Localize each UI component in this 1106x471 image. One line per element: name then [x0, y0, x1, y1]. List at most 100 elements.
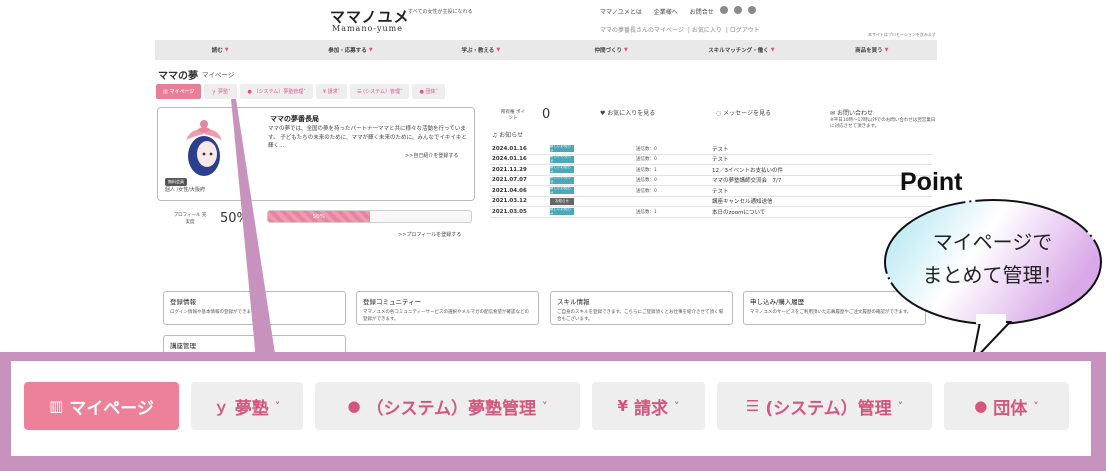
caret-down-icon: ▼ [224, 47, 229, 53]
news-date: 2024.01.16 [492, 156, 527, 163]
news-title: 12／3イベントお支払いの件 [712, 167, 783, 174]
tab-label: 夢塾 [234, 398, 269, 419]
news-title: ママの夢塾講師交流会 7/7 [712, 178, 782, 185]
tab-label: (システム）管理 [765, 398, 892, 419]
tab-group[interactable]: ● 団体 ˅ [412, 84, 445, 99]
list-item[interactable]: 2021.03.05 新しいお知らせ 送信数：1 本日のzoomについて [490, 207, 932, 218]
tab-yumejuku[interactable]: ｙ 夢塾 ˅ [204, 84, 238, 99]
news-badge: 新しいお知らせ [550, 144, 574, 153]
news-count: 送信数：0 [636, 178, 657, 184]
caret-down-icon: ▼ [884, 47, 889, 53]
point-label: Point [900, 168, 963, 196]
list-item[interactable]: 2021.04.06 新しいお知らせ 送信数：0 テスト [490, 186, 932, 197]
profile-name: ママの夢番長局 [270, 115, 319, 123]
top-link-about[interactable]: ママノユメとは [600, 9, 642, 16]
favorites-link[interactable]: ♥ お気に入りを見る [600, 108, 655, 117]
tab-system-admin[interactable]: ☰ (システム）管理 ˅ [350, 84, 410, 99]
mail-icon: ✉ [830, 110, 837, 117]
user-link-logout[interactable]: ログアウト [730, 27, 760, 34]
caret-down-icon: ▼ [623, 47, 628, 53]
box-title: 登録コミュニティー [363, 298, 422, 306]
box-title: 登録情報 [170, 298, 196, 306]
instagram-icon[interactable] [734, 6, 742, 14]
chevron-down-icon: ˅ [303, 88, 306, 95]
chevron-down-icon: ˅ [227, 88, 231, 95]
registration-info-box[interactable]: 登録情報 ログイン情報や基本情報の登録ができます。 [163, 291, 346, 325]
facebook-icon[interactable] [720, 6, 728, 14]
list-item[interactable]: 2021.03.12 お知らせ 講座キャンセル通知送信 [490, 197, 932, 207]
zoom-tab-billing[interactable]: ¥ 請求 ˅ [592, 382, 705, 430]
zoom-tab-juku-admin[interactable]: ● （システム）夢塾管理 ˅ [315, 382, 580, 430]
user-link-favorites[interactable]: お気に入り [692, 27, 722, 34]
zoom-tab-mypage[interactable]: ▥ マイページ [24, 382, 179, 430]
tab-label: 請求 [327, 89, 338, 95]
top-link-business[interactable]: 企業様へ [654, 9, 678, 16]
nav-item-skill[interactable]: スキルマッチング・働く ▼ [676, 40, 806, 60]
member-badge: 無料会員 [165, 178, 187, 186]
tab-label: 夢塾 [217, 89, 228, 95]
nav-item-shop[interactable]: 商品を買う ▼ [807, 40, 937, 60]
tab-label: マイページ [69, 398, 154, 419]
news-date: 2021.03.05 [492, 208, 527, 215]
caret-down-icon: ▼ [496, 47, 501, 53]
nav-item-label: 読む [211, 48, 223, 54]
box-description: ママノユメの各コミュニティーサービスの選択やメルマガの配信希望が確認などの登録が… [363, 310, 530, 322]
chevron-down-icon: ˅ [542, 399, 548, 413]
news-count: 送信数：0 [636, 146, 657, 152]
zoom-panel: ▥ マイページ ｙ 夢塾 ˅ ● （システム）夢塾管理 ˅ ¥ 請求 ˅ ☰ (システム）管理 ˅… [11, 361, 1091, 456]
list-item[interactable]: 2024.01.16 新しいお知らせ 送信数：0 テスト [490, 144, 932, 155]
site-tagline: すべての女性が主役になれる [408, 9, 473, 15]
points-value: 0 [542, 107, 551, 122]
profile-register-link[interactable]: >>プロフィールを登録する [398, 231, 461, 238]
news-date: 2021.07.07 [492, 177, 527, 184]
callout-text: マイページで まとめて管理！ [880, 226, 1105, 292]
tab-label: (システム）管理 [363, 89, 400, 95]
community-box[interactable]: 登録コミュニティー ママノユメの各コミュニティーサービスの選択やメルマガの配信希… [356, 291, 539, 325]
tab-label: （システム）夢塾管理 [366, 398, 537, 419]
news-badge: 新しいお知らせ [550, 175, 574, 184]
skill-info-box[interactable]: スキル情報 ご自身のスキルを登録できます。こちらにご登録頂くとお仕事を紹介させて… [550, 291, 733, 325]
zoom-tab-group[interactable]: ● 団体 ˅ [944, 382, 1069, 430]
nav-item-label: 学ぶ・教える [461, 48, 495, 54]
nav-item-join[interactable]: 参加・応募する ▼ [285, 40, 415, 60]
top-link-contact[interactable]: お問合せ [690, 9, 714, 16]
intro-register-link[interactable]: >>自己紹介を登録する [405, 152, 458, 159]
nav-item-learn[interactable]: 学ぶ・教える ▼ [416, 40, 546, 60]
contact-label: お問い合わせ [836, 110, 873, 117]
list-item[interactable]: 2021.11.29 新しいお知らせ 送信数：1 12／3イベントお支払いの件 [490, 165, 932, 176]
user-link-mypage[interactable]: ママの夢番長さんのマイページ [600, 27, 684, 34]
user-links: ママの夢番長さんのマイページ | お気に入り | ログアウト [600, 27, 760, 34]
messages-label: メッセージを見る [723, 110, 772, 117]
zoom-tab-yumejuku[interactable]: ｙ 夢塾 ˅ [191, 382, 303, 430]
news-badge: お知らせ [550, 197, 574, 205]
trophy-icon: ｙ [213, 397, 229, 416]
tab-label: 請求 [633, 398, 668, 419]
tab-label: 団体 [425, 89, 436, 95]
tab-label: 団体 [993, 398, 1028, 419]
nav-item-read[interactable]: 読む ▼ [155, 40, 285, 60]
global-nav: 読む ▼ 参加・応募する ▼ 学ぶ・教える ▼ 仲間づくり ▼ スキルマッチング・働く ▼… [155, 40, 937, 60]
completion-label: プロフィール 充実度 [173, 213, 207, 225]
caret-down-icon: ▼ [368, 47, 373, 53]
tab-juku-admin[interactable]: ● （システム）夢塾管理 ˅ [240, 84, 313, 99]
box-title: スキル情報 [557, 298, 590, 306]
tab-billing[interactable]: ¥ 請求 ˅ [315, 84, 348, 99]
tab-label: マイページ [169, 89, 195, 95]
nav-item-label: スキルマッチング・働く [708, 48, 769, 54]
messages-link[interactable]: ◌ メッセージを見る [716, 108, 771, 117]
contact-link[interactable]: ✉ お問い合わせ [830, 108, 936, 117]
news-count: 送信数：1 [636, 209, 657, 215]
list-item[interactable]: 2021.07.07 新しいお知らせ 送信数：0 ママの夢塾講師交流会 7/7 [490, 175, 932, 186]
zoom-tab-system-admin[interactable]: ☰ (システム）管理 ˅ [717, 382, 932, 430]
tab-mypage[interactable]: ▥ マイページ [156, 84, 202, 99]
list-item[interactable]: 2024.01.16 新しいお知らせ 送信数：0 テスト [490, 154, 932, 165]
news-count: 送信数：1 [636, 167, 657, 173]
chevron-down-icon: ˅ [337, 88, 341, 95]
zoom-frame: ▥ マイページ ｙ 夢塾 ˅ ● （システム）夢塾管理 ˅ ¥ 請求 ˅ ☰ (システム）管理 ˅… [0, 352, 1106, 471]
social-icons [720, 6, 756, 14]
news-badge: 新しいお知らせ [550, 154, 574, 163]
nav-item-friends[interactable]: 仲間づくり ▼ [546, 40, 676, 60]
completion-progress: 50% [267, 210, 472, 223]
youtube-icon[interactable] [748, 6, 756, 14]
profile-meta: 個人 /女性/大阪府 [165, 187, 205, 193]
